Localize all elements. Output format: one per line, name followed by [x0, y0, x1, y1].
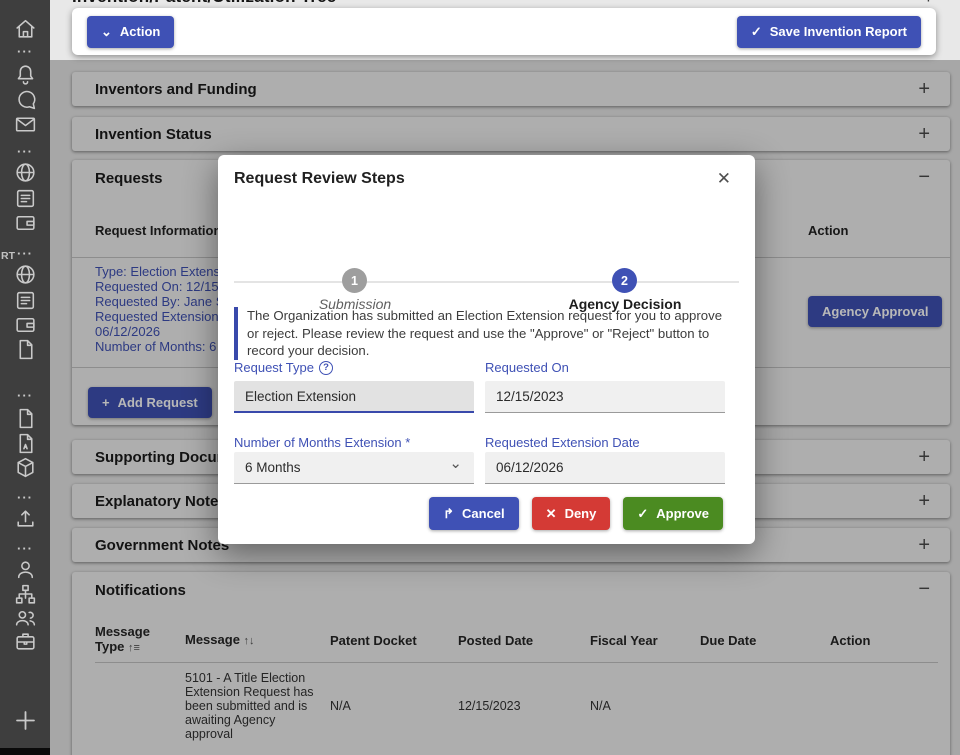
approve-button[interactable]: ✓ Approve — [623, 497, 723, 530]
briefcase-icon[interactable] — [0, 629, 50, 654]
mail-icon[interactable] — [0, 112, 50, 137]
chat-icon[interactable] — [0, 88, 50, 113]
ellipsis-icon[interactable]: ··· — [0, 388, 50, 403]
wallet-icon[interactable] — [0, 210, 50, 235]
return-arrow-icon: ↱ — [443, 506, 454, 522]
sidebar: ··· ··· ··· ··· ··· ··· — [0, 0, 50, 748]
approve-label: Approve — [656, 506, 709, 521]
check-icon: ✓ — [637, 506, 648, 522]
help-icon[interactable]: ? — [319, 361, 333, 375]
people-icon[interactable] — [0, 605, 50, 630]
ellipsis-icon[interactable]: ··· — [0, 541, 50, 556]
sidebar-partial-label: RT — [1, 250, 15, 262]
ellipsis-icon[interactable]: ··· — [0, 44, 50, 59]
org-chart-icon[interactable] — [0, 582, 50, 607]
extension-date-input[interactable] — [485, 452, 725, 484]
file-icon[interactable] — [0, 337, 50, 362]
dialog-description: The Organization has submitted an Electi… — [234, 307, 737, 360]
months-extension-label: Number of Months Extension * — [234, 435, 410, 450]
dialog-title: Request Review Steps — [234, 170, 405, 188]
request-type-input[interactable] — [234, 381, 474, 413]
step-1-circle: 1 — [342, 268, 367, 293]
page-title: Invention/Patent/Utilization Tree — [72, 0, 336, 8]
months-extension-select[interactable]: ⌄ — [234, 452, 474, 484]
action-button[interactable]: ⌄ Action — [87, 16, 174, 48]
save-invention-report-button[interactable]: ✓ Save Invention Report — [737, 16, 921, 48]
request-review-steps-dialog: Request Review Steps ✕ 1 2 Submission Ag… — [218, 155, 755, 544]
home-icon[interactable] — [0, 16, 50, 41]
save-button-label: Save Invention Report — [770, 24, 907, 39]
wallet-icon[interactable] — [0, 312, 50, 337]
action-button-label: Action — [120, 24, 160, 39]
upload-icon[interactable] — [0, 506, 50, 531]
stepper-line — [234, 281, 739, 283]
dialog-buttons: ↱ Cancel ✕ Deny ✓ Approve — [429, 497, 723, 530]
expand-icon[interactable]: + — [923, 0, 934, 8]
document-icon[interactable] — [0, 186, 50, 211]
chevron-down-icon: ⌄ — [101, 24, 112, 40]
deny-label: Deny — [565, 506, 597, 521]
ellipsis-icon[interactable]: ··· — [0, 144, 50, 159]
cancel-button[interactable]: ↱ Cancel — [429, 497, 519, 530]
close-icon[interactable]: ✕ — [717, 169, 731, 189]
person-icon[interactable] — [0, 557, 50, 582]
page-title-row: Invention/Patent/Utilization Tree + — [72, 0, 950, 8]
check-icon: ✓ — [751, 24, 762, 40]
deny-button[interactable]: ✕ Deny — [532, 497, 611, 530]
step-2-circle: 2 — [612, 268, 637, 293]
cancel-label: Cancel — [462, 506, 505, 521]
cube-icon[interactable] — [0, 455, 50, 480]
bell-icon[interactable] — [0, 62, 50, 87]
file-pdf-icon[interactable] — [0, 431, 50, 456]
requested-on-label: Requested On — [485, 360, 569, 375]
document-icon[interactable] — [0, 288, 50, 313]
add-icon[interactable] — [0, 706, 50, 735]
ellipsis-icon[interactable]: ··· — [0, 490, 50, 505]
extension-date-label: Requested Extension Date — [485, 435, 640, 450]
sidebar-bottom-strip — [0, 748, 50, 755]
action-toolbar: ⌄ Action ✓ Save Invention Report — [72, 8, 936, 55]
x-icon: ✕ — [546, 506, 557, 522]
file-icon[interactable] — [0, 406, 50, 431]
globe-icon[interactable] — [0, 160, 50, 185]
months-extension-value[interactable] — [234, 452, 474, 484]
request-type-label: Request Type ? — [234, 360, 333, 375]
globe-icon[interactable] — [0, 262, 50, 287]
requested-on-input[interactable] — [485, 381, 725, 413]
